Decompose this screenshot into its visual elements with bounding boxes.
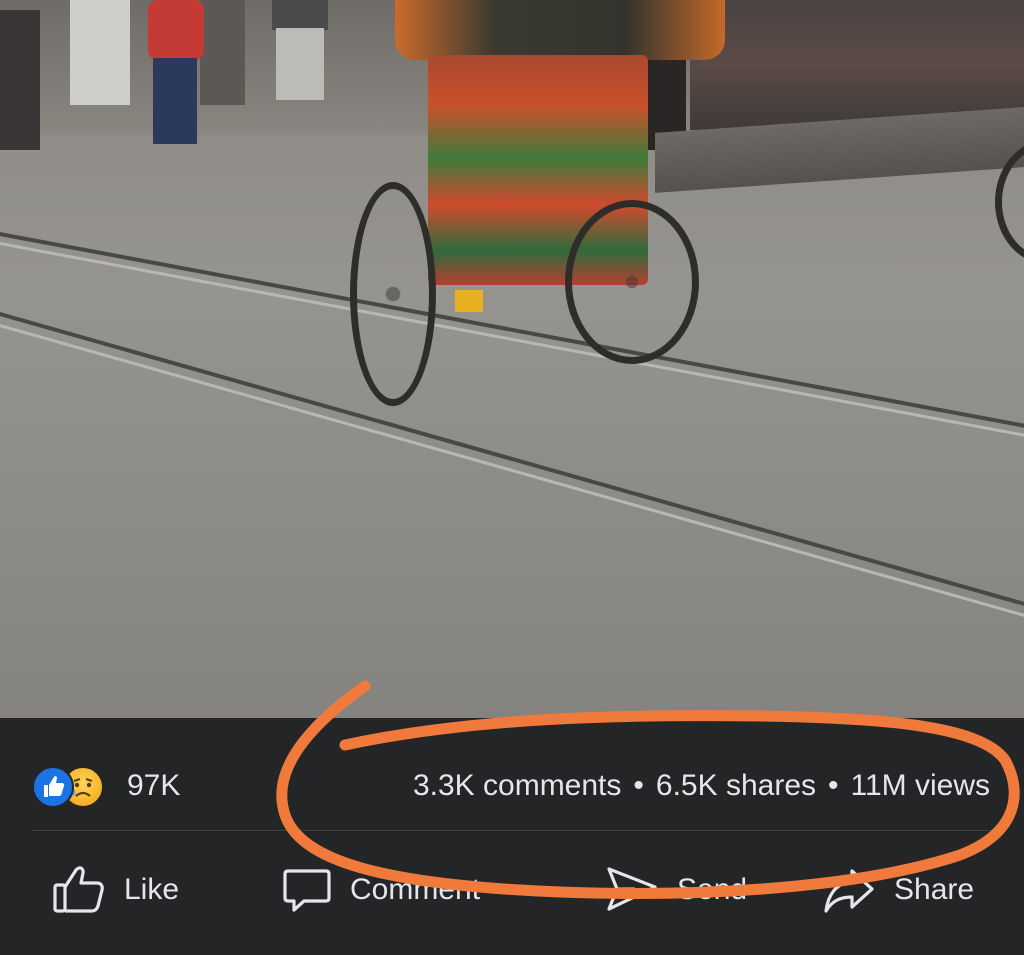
reaction-count[interactable]: 97K [127,766,180,806]
messenger-send-icon [605,865,659,915]
comment-button[interactable]: Comment [282,864,480,916]
video-rickshaw-wheel-left [350,182,436,406]
video-person-left [0,10,40,150]
video-rickshaw-wheel-right [565,200,699,364]
divider [32,830,992,831]
send-label: Send [677,873,748,906]
post-stats-row: 97K 3.3K comments • 6.5K shares • 11M views [0,750,1024,820]
video-rickshaw-hood [395,0,725,60]
like-reaction-icon [32,766,74,808]
share-arrow-icon [822,865,876,915]
video-shutter [200,0,245,105]
post-actions-bar: Like Comment Send Share [0,850,1024,930]
share-button[interactable]: Share [822,864,974,916]
shares-count[interactable]: 6.5K shares [656,769,816,802]
send-button[interactable]: Send [605,864,747,916]
share-label: Share [894,873,975,906]
video-wall [70,0,130,105]
post-footer: 97K 3.3K comments • 6.5K shares • 11M views … [0,718,1024,955]
comment-label: Comment [350,873,481,906]
comments-count[interactable]: 3.3K comments [413,769,621,802]
separator-dot: • [633,769,644,802]
separator-dot: • [828,769,839,802]
comment-bubble-icon [282,865,332,915]
video-person-grey-legs [276,28,324,100]
like-button[interactable]: Like [52,864,179,916]
reactions-summary[interactable] [32,766,122,808]
video-player[interactable] [0,0,1024,718]
video-rail-front-shine [0,324,1024,654]
like-label: Like [124,873,180,906]
video-person-red-top [148,0,204,60]
video-rail-front [0,312,1024,643]
video-rickshaw-reflector [455,290,483,312]
thumbs-up-icon [52,865,106,915]
views-count: 11M views [850,769,990,802]
video-person-red-legs [153,58,197,144]
post-meta-stats: 3.3K comments • 6.5K shares • 11M views [413,766,990,806]
video-person-grey-top [272,0,328,30]
